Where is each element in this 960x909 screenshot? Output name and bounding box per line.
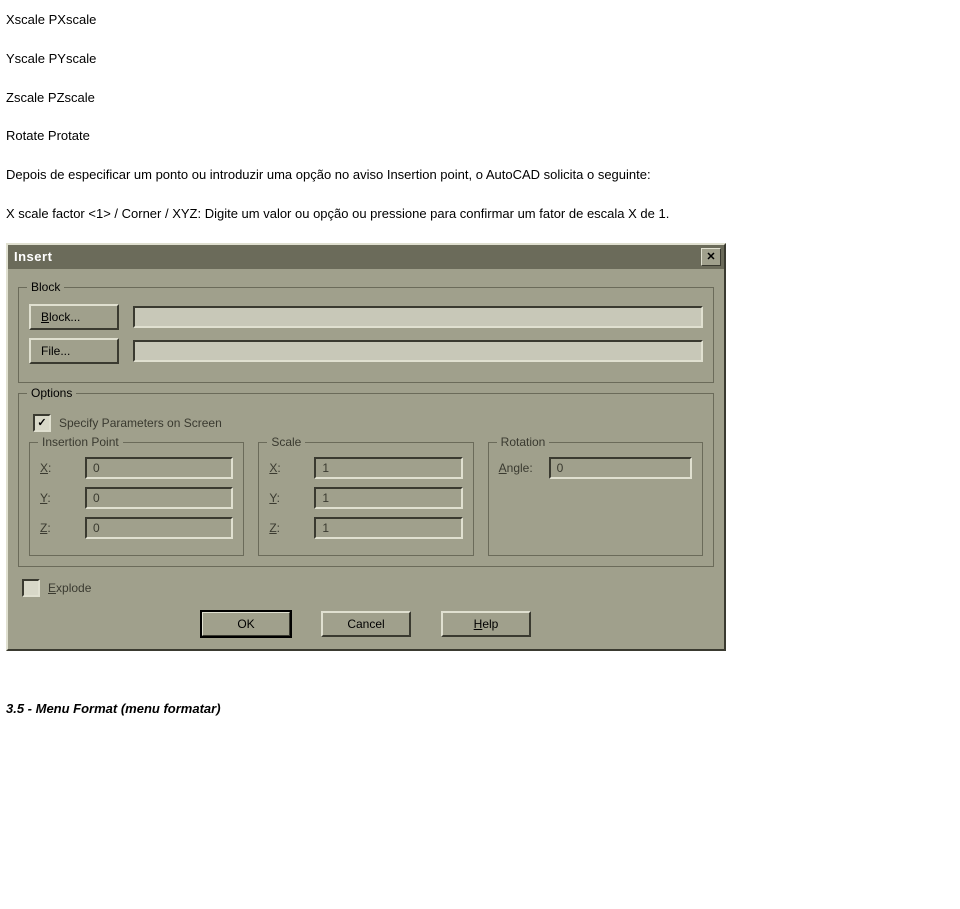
insertion-x-label: X:	[40, 461, 85, 475]
explode-label: Explode	[48, 581, 91, 595]
ok-button[interactable]: OK	[201, 611, 291, 637]
close-icon[interactable]: ✕	[701, 248, 721, 266]
file-path-field[interactable]	[133, 340, 703, 362]
insertion-y-label: Y:	[40, 491, 85, 505]
scale-legend: Scale	[267, 435, 305, 449]
scale-x-label: X:	[269, 461, 314, 475]
insertion-z-label: Z:	[40, 521, 85, 535]
help-button[interactable]: Help	[441, 611, 531, 637]
insertion-z-field[interactable]: 0	[85, 517, 233, 539]
scale-x-field[interactable]: 1	[314, 457, 462, 479]
scale-group: Scale X: 1 Y: 1 Z: 1	[258, 442, 473, 556]
block-group: Block Block... File...	[18, 287, 714, 383]
scale-y-field[interactable]: 1	[314, 487, 462, 509]
scale-y-label: Y:	[269, 491, 314, 505]
rotation-legend: Rotation	[497, 435, 550, 449]
options-group-legend: Options	[27, 386, 76, 400]
doc-paragraph-1: Depois de especificar um ponto ou introd…	[6, 165, 940, 186]
cancel-button[interactable]: Cancel	[321, 611, 411, 637]
rotation-group: Rotation Angle: 0	[488, 442, 703, 556]
doc-line-4: Rotate Protate	[6, 126, 940, 147]
doc-line-3: Zscale PZscale	[6, 88, 940, 109]
block-name-field[interactable]	[133, 306, 703, 328]
block-group-legend: Block	[27, 280, 64, 294]
explode-checkbox[interactable]	[22, 579, 40, 597]
dialog-title: Insert	[14, 249, 52, 264]
dialog-button-row: OK Cancel Help	[18, 611, 714, 637]
document-body: Xscale PXscale Yscale PYscale Zscale PZs…	[6, 10, 940, 225]
doc-line-2: Yscale PYscale	[6, 49, 940, 70]
file-button[interactable]: File...	[29, 338, 119, 364]
dialog-titlebar: Insert ✕	[8, 245, 724, 269]
doc-footer-heading: 3.5 - Menu Format (menu formatar)	[6, 699, 940, 720]
doc-paragraph-2: X scale factor <1> / Corner / XYZ: Digit…	[6, 204, 940, 225]
insertion-x-field[interactable]: 0	[85, 457, 233, 479]
block-button[interactable]: Block...	[29, 304, 119, 330]
explode-row[interactable]: Explode	[22, 579, 714, 597]
document-footer: 3.5 - Menu Format (menu formatar)	[6, 699, 940, 720]
rotation-angle-field[interactable]: 0	[549, 457, 692, 479]
scale-z-label: Z:	[269, 521, 314, 535]
insert-dialog: Insert ✕ Block Block... File... Options …	[6, 243, 726, 651]
insertion-y-field[interactable]: 0	[85, 487, 233, 509]
block-button-label: Block...	[41, 310, 80, 324]
specify-parameters-checkbox[interactable]: ✓	[33, 414, 51, 432]
doc-line-1: Xscale PXscale	[6, 10, 940, 31]
rotation-angle-label: Angle:	[499, 461, 549, 475]
scale-z-field[interactable]: 1	[314, 517, 462, 539]
options-group: Options ✓ Specify Parameters on Screen I…	[18, 393, 714, 567]
insertion-point-legend: Insertion Point	[38, 435, 123, 449]
specify-parameters-row[interactable]: ✓ Specify Parameters on Screen	[33, 414, 703, 432]
specify-parameters-label: Specify Parameters on Screen	[59, 416, 222, 430]
insertion-point-group: Insertion Point X: 0 Y: 0 Z: 0	[29, 442, 244, 556]
dialog-body: Block Block... File... Options ✓ Specify…	[8, 269, 724, 649]
